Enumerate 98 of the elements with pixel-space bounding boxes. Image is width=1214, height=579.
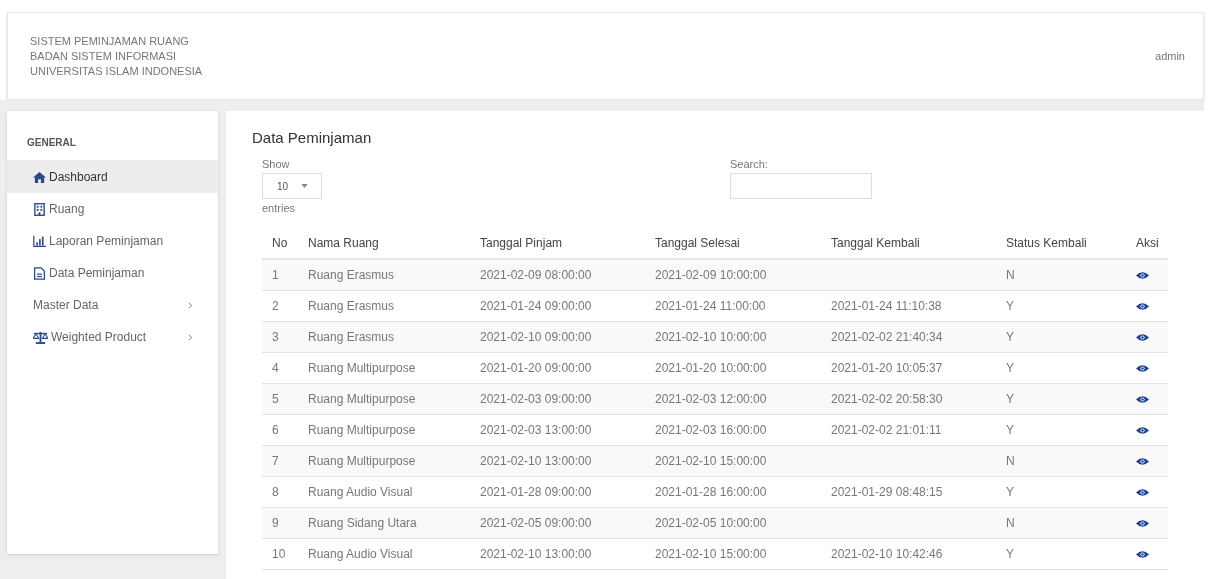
app-title: UNIVERSITAS ISLAM INDONESIA: [30, 65, 203, 77]
sidebar-item[interactable]: Data Peminjaman: [7, 257, 218, 289]
table-cell: 2021-02-02 20:58:30: [831, 392, 943, 406]
scale-icon: [33, 330, 48, 344]
table-cell: 2021-02-03 13:00:00: [480, 423, 592, 437]
table-cell: 6: [272, 423, 279, 437]
table-cell: 2021-01-20 10:05:37: [831, 361, 943, 375]
view-icon[interactable]: [1136, 270, 1149, 280]
table-cell: 2021-01-24 09:00:00: [480, 299, 592, 313]
column-header[interactable]: Tanggal Selesai: [655, 236, 740, 250]
app-title: BADAN SISTEM INFORMASI: [30, 50, 178, 62]
sidebar-item[interactable]: Dashboard: [7, 161, 218, 193]
table-cell: Y: [1006, 330, 1014, 344]
table-cell: 2021-02-10 10:42:46: [831, 547, 943, 561]
table-cell: Ruang Multipurpose: [308, 392, 416, 406]
table-cell: 9: [272, 516, 279, 530]
column-header[interactable]: Aksi: [1136, 236, 1159, 250]
table-cell: Ruang Audio Visual: [308, 547, 413, 561]
document-icon: [33, 266, 46, 280]
table-cell: 2021-01-24 11:00:00: [655, 299, 766, 313]
table-cell: 2021-02-05 09:00:00: [480, 516, 592, 530]
table-cell: Ruang Sidang Utara: [308, 516, 417, 530]
search-label: Search:: [730, 158, 768, 170]
table-cell: Y: [1006, 547, 1014, 561]
sidebar-item[interactable]: Weighted Product: [7, 321, 218, 353]
table-cell: N: [1006, 454, 1015, 468]
view-icon[interactable]: [1136, 518, 1149, 528]
table-cell: 2021-02-10 15:00:00: [655, 547, 767, 561]
table-cell: 8: [272, 485, 279, 499]
table-cell: N: [1006, 516, 1015, 530]
table-cell: 2021-02-10 09:00:00: [480, 330, 592, 344]
column-header[interactable]: Tanggal Pinjam: [480, 236, 563, 250]
search-field[interactable]: [730, 173, 872, 199]
table-cell: Y: [1006, 299, 1014, 313]
table-cell: Ruang Multipurpose: [308, 423, 416, 437]
building-icon: [33, 202, 46, 216]
view-icon[interactable]: [1136, 332, 1149, 342]
view-icon[interactable]: [1136, 301, 1149, 311]
view-icon[interactable]: [1136, 425, 1149, 435]
entries-label: entries: [262, 202, 296, 214]
table-cell: 7: [272, 454, 279, 468]
table-cell: 4: [272, 361, 279, 375]
view-icon[interactable]: [1136, 456, 1149, 466]
column-header[interactable]: Nama Ruang: [308, 236, 379, 250]
table-cell: Y: [1006, 485, 1014, 499]
table-cell: Y: [1006, 423, 1014, 437]
table-cell: 2021-02-02 21:01:11: [831, 423, 942, 437]
user-name[interactable]: admin: [1155, 50, 1185, 62]
table-cell: 2021-02-09 10:00:00: [655, 268, 767, 282]
table-cell: Y: [1006, 361, 1014, 375]
column-header[interactable]: No: [272, 236, 288, 250]
table-cell: 3: [272, 330, 279, 344]
sidebar-item[interactable]: Ruang: [7, 193, 218, 225]
table-cell: Ruang Erasmus: [308, 330, 395, 344]
table-cell: 2021-02-03 09:00:00: [480, 392, 592, 406]
table-cell: 5: [272, 392, 279, 406]
table-cell: Ruang Erasmus: [308, 299, 395, 313]
table-cell: 2021-01-29 08:48:15: [831, 485, 943, 499]
view-icon[interactable]: [1136, 487, 1149, 497]
table-cell: Ruang Audio Visual: [308, 485, 413, 499]
table-cell: 2021-01-28 16:00:00: [655, 485, 767, 499]
table-cell: 2021-01-24 11:10:38: [831, 299, 942, 313]
table-cell: 1: [272, 268, 279, 282]
table-cell: 2021-02-03 12:00:00: [655, 392, 767, 406]
chevron-icon: [188, 301, 193, 309]
caret-icon: [301, 184, 309, 188]
table-cell: 2: [272, 299, 279, 313]
table-cell: Ruang Multipurpose: [308, 361, 416, 375]
table-cell: N: [1006, 268, 1015, 282]
table-cell: 2021-01-20 10:00:00: [655, 361, 767, 375]
table-cell: 2021-02-09 08:00:00: [480, 268, 592, 282]
home-icon: [33, 170, 46, 184]
table-cell: Ruang Multipurpose: [308, 454, 416, 468]
column-header[interactable]: Tanggal Kembali: [831, 236, 920, 250]
page-title: Data Peminjaman: [252, 129, 373, 146]
table-cell: 2021-02-05 10:00:00: [655, 516, 767, 530]
show-label: Show: [262, 158, 290, 170]
table-cell: 2021-02-10 15:00:00: [655, 454, 767, 468]
view-icon[interactable]: [1136, 549, 1149, 559]
table-cell: 2021-01-20 09:00:00: [480, 361, 592, 375]
sidebar-item[interactable]: Laporan Peminjaman: [7, 225, 218, 257]
app-title: SISTEM PEMINJAMAN RUANG: [30, 35, 190, 47]
table-cell: 2021-02-10 13:00:00: [480, 547, 592, 561]
table-cell: Ruang Erasmus: [308, 268, 395, 282]
entries-select[interactable]: 10: [262, 173, 322, 199]
table-cell: 2021-02-10 13:00:00: [480, 454, 592, 468]
sidebar-item[interactable]: Master Data: [7, 289, 218, 321]
bar-chart-icon: [33, 234, 46, 248]
view-icon[interactable]: [1136, 394, 1149, 404]
chevron-icon: [188, 333, 193, 341]
column-header[interactable]: Status Kembali: [1006, 236, 1087, 250]
table-cell: 2021-02-03 16:00:00: [655, 423, 767, 437]
table-cell: 2021-02-02 21:40:34: [831, 330, 943, 344]
table-cell: 10: [272, 547, 286, 561]
table-cell: 2021-01-28 09:00:00: [480, 485, 592, 499]
table-cell: Y: [1006, 392, 1014, 406]
view-icon[interactable]: [1136, 363, 1149, 373]
table-cell: 2021-02-10 10:00:00: [655, 330, 767, 344]
